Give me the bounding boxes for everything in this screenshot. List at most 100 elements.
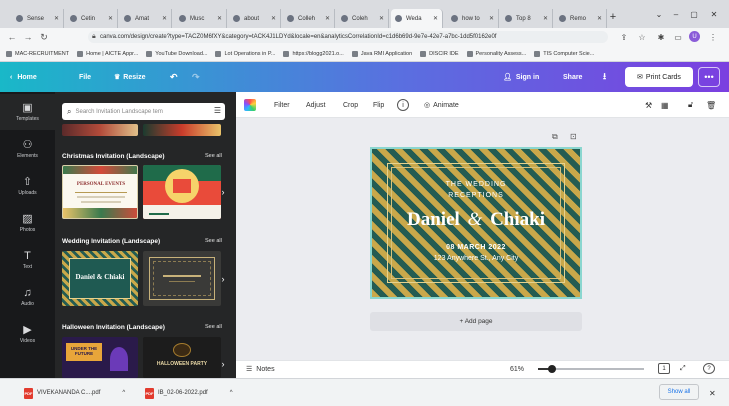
filter-button[interactable]: Filter (274, 99, 290, 111)
color-picker-icon[interactable] (244, 99, 256, 111)
duplicate-page-icon[interactable]: ⧉ (552, 132, 558, 142)
info-icon[interactable]: i (397, 99, 409, 111)
download-icon[interactable]: ⭳ (603, 69, 606, 85)
close-tab-icon[interactable]: ✕ (271, 15, 276, 22)
template-thumbnail[interactable] (143, 251, 221, 306)
browser-tab[interactable]: Colleh ✕ (283, 9, 335, 28)
template-thumbnail[interactable]: UNDER THE FUTURE (62, 337, 138, 378)
rail-item-templates[interactable]: ▣ Templates (0, 94, 55, 130)
share-button[interactable]: Share (563, 69, 582, 85)
bookmark-item[interactable]: Java RMI Application (351, 50, 412, 57)
scroll-right-icon[interactable]: › (218, 272, 228, 286)
close-tab-icon[interactable]: ✕ (433, 15, 438, 22)
browser-tab[interactable]: Sense ✕ (12, 9, 64, 28)
wedding-invitation-design[interactable]: THE WEDDING RECEPTIONS Daniel & Chiaki 0… (370, 147, 582, 299)
flip-button[interactable]: Flip (373, 99, 384, 111)
forward-icon[interactable]: → (22, 30, 34, 44)
close-tab-icon[interactable]: ✕ (489, 15, 494, 22)
chevron-up-icon[interactable]: ^ (230, 390, 233, 396)
scroll-right-icon[interactable]: › (218, 357, 228, 371)
zoom-slider-handle[interactable] (547, 365, 556, 373)
template-thumbnail[interactable] (143, 165, 221, 219)
download-item[interactable]: PDF IB_02-06-2022.pdf ^ (145, 386, 233, 400)
download-item[interactable]: PDF VIVEKANANDA C....pdf ^ (24, 386, 125, 400)
bookmark-item[interactable]: YouTube Download... (146, 50, 207, 57)
adjust-button[interactable]: Adjust (306, 99, 325, 111)
bookmark-star-icon[interactable]: ☆ (636, 30, 648, 44)
sign-in-button[interactable]: 👤︎ Sign in (503, 69, 539, 85)
bookmark-item[interactable]: DISCIR IDE (420, 50, 459, 57)
close-tab-icon[interactable]: ✕ (217, 15, 222, 22)
fullscreen-icon[interactable]: ⤢ (680, 362, 686, 376)
bookmark-item[interactable]: Lot Operations in P... (215, 50, 275, 57)
filter-sliders-icon[interactable]: ☰ (214, 106, 221, 115)
browser-tab[interactable]: Amat ✕ (120, 9, 172, 28)
home-button[interactable]: ‹ Home (10, 69, 37, 85)
template-thumbnail[interactable]: Daniel & Chiaki (62, 251, 138, 306)
address-bar[interactable]: 🔒︎ canva.com/design/create?type=TACZ0M6f… (88, 31, 608, 43)
reload-icon[interactable]: ↻ (38, 30, 50, 44)
close-shelf-icon[interactable]: ✕ (709, 386, 716, 400)
page-count-button[interactable]: 1 (658, 363, 670, 374)
profile-avatar[interactable]: U (689, 31, 700, 42)
more-options-button[interactable]: ••• (698, 67, 720, 87)
template-thumbnail[interactable] (143, 124, 221, 136)
browser-tab[interactable]: Remo ✕ (555, 9, 607, 28)
close-tab-icon[interactable]: ✕ (162, 15, 167, 22)
redo-icon[interactable]: ↷ (192, 69, 200, 85)
browser-tab[interactable]: about ✕ (229, 9, 281, 28)
paint-format-icon[interactable]: ⚒ (645, 99, 652, 111)
close-tab-icon[interactable]: ✕ (543, 15, 548, 22)
animate-button[interactable]: ◎ Animate (424, 99, 459, 111)
close-tab-icon[interactable]: ✕ (108, 15, 113, 22)
close-tab-icon[interactable]: ✕ (325, 15, 330, 22)
template-thumbnail[interactable] (62, 124, 138, 136)
template-search-input[interactable]: ⌕ Search Invitation Landscape tem ☰ (62, 103, 225, 120)
close-tab-icon[interactable]: ✕ (54, 15, 59, 22)
file-menu-button[interactable]: File (79, 69, 91, 85)
minimize-icon[interactable]: – (668, 8, 684, 20)
lock-element-icon[interactable]: 🔓︎ (688, 99, 693, 111)
see-all-link[interactable]: See all (205, 321, 222, 333)
browser-tab[interactable]: how to ✕ (447, 9, 499, 28)
add-page-icon[interactable]: ⊡ (570, 132, 577, 141)
bookmark-item[interactable]: TIS Computer Scie... (534, 50, 594, 57)
template-thumbnail[interactable]: HALLOWEEN PARTY (143, 337, 221, 378)
sidebar-icon[interactable]: ▭ (672, 30, 684, 44)
back-icon[interactable]: ← (6, 30, 18, 44)
rail-item-videos[interactable]: ▶ Videos (0, 316, 55, 352)
see-all-link[interactable]: See all (205, 150, 222, 162)
extensions-icon[interactable]: ✱ (655, 30, 667, 44)
maximize-icon[interactable]: ▢ (686, 8, 702, 20)
chrome-menu-icon[interactable]: ⋮ (707, 30, 719, 44)
template-thumbnail[interactable]: PERSONAL EVENTS (62, 165, 138, 219)
browser-tab[interactable]: Musc ✕ (175, 9, 227, 28)
scroll-right-icon[interactable]: › (218, 185, 228, 199)
bookmark-item[interactable]: Home | AICTE Appr... (77, 50, 138, 57)
notes-button[interactable]: ☰ Notes (246, 362, 275, 376)
rail-item-photos[interactable]: ▨ Photos (0, 205, 55, 241)
rail-item-elements[interactable]: ⚇ Elements (0, 131, 55, 167)
share-page-icon[interactable]: ⇪ (618, 30, 630, 44)
see-all-link[interactable]: See all (205, 235, 222, 247)
add-page-button[interactable]: + Add page (370, 312, 582, 331)
browser-tab[interactable]: Coleh ✕ (337, 9, 389, 28)
show-all-downloads-button[interactable]: Show all (659, 384, 699, 400)
help-icon[interactable]: ? (703, 363, 715, 374)
bookmark-item[interactable]: Personality Assess... (466, 50, 526, 57)
crop-button[interactable]: Crop (343, 99, 358, 111)
trash-icon[interactable]: 🗑︎ (706, 99, 716, 111)
close-window-icon[interactable]: ✕ (705, 8, 723, 20)
rail-item-audio[interactable]: ♫ Audio (0, 279, 55, 315)
browser-tab[interactable]: Weda ✕ (391, 9, 443, 28)
rail-item-text[interactable]: T Text (0, 242, 55, 278)
resize-button[interactable]: ♛ Resize (114, 69, 145, 85)
zoom-value[interactable]: 61% (510, 362, 524, 376)
close-tab-icon[interactable]: ✕ (597, 15, 602, 22)
tab-search-icon[interactable]: ⌄ (652, 8, 666, 20)
bookmark-item[interactable]: https://blogg2021.o... (283, 50, 344, 57)
rail-item-uploads[interactable]: ⇧ Uploads (0, 168, 55, 204)
undo-icon[interactable]: ↶ (170, 69, 178, 85)
close-tab-icon[interactable]: ✕ (379, 15, 384, 22)
browser-tab[interactable]: Cetin ✕ (66, 9, 118, 28)
